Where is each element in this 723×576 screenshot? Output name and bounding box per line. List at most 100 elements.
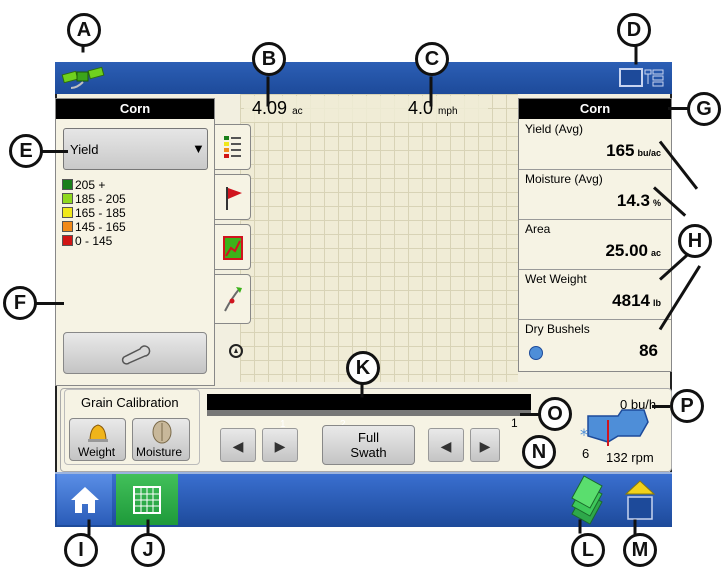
- weight-icon: [88, 424, 108, 442]
- callout-d: D: [617, 13, 651, 47]
- callout-j: J: [131, 533, 165, 567]
- shift-left-button[interactable]: ◀: [220, 428, 256, 462]
- legend-swatch: [62, 221, 73, 232]
- setup-button[interactable]: [620, 474, 660, 525]
- legend-label: 205 +: [75, 178, 106, 192]
- speed-readout: 4.0 mph: [408, 98, 458, 118]
- legend-swatch: [62, 179, 73, 190]
- compass-icon[interactable]: [229, 344, 243, 358]
- area-readout: 4.09 ac: [252, 98, 303, 118]
- callout-line-e: [40, 150, 68, 153]
- guidance-icon: [224, 287, 242, 312]
- callout-line-f: [34, 302, 64, 305]
- shift-right-button-2[interactable]: ▶: [470, 428, 500, 462]
- map-layer-dropdown[interactable]: Yield ▼: [63, 128, 208, 170]
- field-map[interactable]: [240, 94, 518, 382]
- rpm-readout: 132 rpm: [606, 450, 654, 465]
- dropdown-value: Yield: [70, 142, 99, 157]
- satellite-icon[interactable]: [61, 66, 111, 91]
- callout-o: O: [538, 397, 572, 431]
- field-operations-icon: [571, 475, 603, 525]
- arrow-left-icon: ◀: [440, 438, 452, 454]
- shift-left-button-2[interactable]: ◀: [428, 428, 464, 462]
- callout-e: E: [9, 134, 43, 168]
- operations-button[interactable]: [562, 474, 612, 525]
- callout-line-b: [266, 76, 270, 107]
- svg-text:*: *: [580, 425, 588, 444]
- callout-p: P: [670, 389, 704, 423]
- callout-l: L: [571, 533, 605, 567]
- moisture-button[interactable]: Moisture: [132, 418, 190, 461]
- callout-line-l: [578, 519, 582, 534]
- legend-row: 165 - 185: [62, 207, 126, 220]
- arrow-left-icon: ◀: [232, 438, 244, 454]
- flag-icon: [226, 187, 242, 210]
- legend-row: 145 - 165: [62, 221, 126, 234]
- callout-m: M: [623, 533, 657, 567]
- callout-line-p: [652, 405, 670, 408]
- stat-unit: lb: [653, 298, 661, 308]
- dropdown-arrow-icon: ▼: [192, 141, 205, 156]
- arrow-right-icon: ▶: [479, 438, 491, 454]
- grid-icon: [133, 486, 161, 514]
- legend-row: 0 - 145: [62, 235, 112, 248]
- legend-label: 185 - 205: [75, 192, 126, 206]
- callout-i: I: [64, 533, 98, 567]
- stat-value: 25.00 ac: [605, 241, 661, 260]
- stat-value: 4814 lb: [612, 291, 661, 310]
- stat-label: Moisture (Avg): [525, 172, 603, 186]
- callout-g: G: [687, 92, 721, 126]
- stat-unit: ac: [650, 248, 661, 258]
- weight-button[interactable]: Weight: [69, 418, 126, 461]
- callout-k: K: [346, 351, 380, 385]
- home-button[interactable]: [57, 474, 112, 525]
- legend-label: 0 - 145: [75, 234, 113, 248]
- legend-row: 185 - 205: [62, 193, 126, 206]
- arrow-right-icon: ▶: [274, 438, 286, 454]
- stat-item[interactable]: Moisture (Avg) 14.3%: [519, 169, 671, 220]
- section-number-1b: 1: [511, 416, 518, 430]
- setup-icon: [624, 480, 656, 520]
- callout-a: A: [67, 13, 101, 47]
- tab-summary[interactable]: [215, 224, 251, 270]
- calibration-title: Grain Calibration: [81, 395, 179, 410]
- stat-value: 86: [639, 341, 658, 360]
- right-panel-title: Corn: [519, 99, 671, 119]
- full-swath-label-2: Swath: [350, 445, 387, 460]
- stat-label: Yield (Avg): [525, 122, 584, 136]
- stat-item[interactable]: Area 25.00 ac: [519, 219, 671, 270]
- stat-value: 165 bu/ac: [606, 141, 661, 160]
- readout-bar: 4.09 ac 4.0 mph: [244, 96, 488, 122]
- stat-item[interactable]: Dry Bushels 86: [519, 319, 671, 369]
- display-layout-icon[interactable]: [618, 67, 666, 89]
- stat-label: Area: [525, 222, 551, 236]
- legend-label: 145 - 165: [75, 220, 126, 234]
- top-bar: [55, 62, 672, 94]
- stat-item[interactable]: Yield (Avg) 165 bu/ac: [519, 119, 671, 170]
- left-panel-title: Corn: [56, 99, 214, 119]
- tools-button[interactable]: [63, 332, 207, 374]
- legend-row: 205 +: [62, 179, 105, 192]
- stat-unit: bu/ac: [637, 148, 661, 158]
- wrench-icon: [121, 345, 151, 365]
- moisture-icon: [152, 420, 172, 444]
- grain-tank-icon: [529, 346, 543, 360]
- tab-flags[interactable]: [215, 174, 251, 220]
- callout-line-k: [360, 383, 364, 398]
- callout-line-c: [429, 76, 433, 107]
- tab-legend[interactable]: [215, 124, 251, 170]
- tab-guidance[interactable]: [215, 274, 251, 324]
- section-status-bar: [207, 394, 531, 410]
- header-number: 6: [582, 446, 590, 461]
- callout-h: H: [678, 224, 712, 258]
- combine-header-icon[interactable]: *: [578, 406, 650, 450]
- map-view-button[interactable]: [116, 474, 178, 525]
- stat-item[interactable]: Wet Weight 4814 lb: [519, 269, 671, 320]
- legend-label: 165 - 185: [75, 206, 126, 220]
- shift-right-button[interactable]: ▶: [262, 428, 298, 462]
- legend-swatch: [62, 193, 73, 204]
- stat-label: Dry Bushels: [525, 322, 590, 336]
- full-swath-button[interactable]: Full Swath: [322, 425, 415, 465]
- callout-line-i: [87, 519, 91, 536]
- home-icon: [71, 487, 99, 513]
